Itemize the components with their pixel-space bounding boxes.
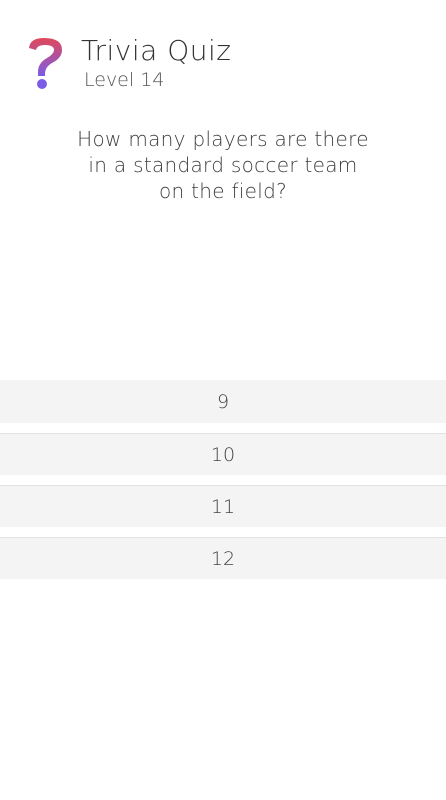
question-text: How many players are there in a standard… <box>77 127 369 203</box>
question-mark-icon <box>29 38 62 89</box>
answer-option-2[interactable]: 10 <box>0 433 446 475</box>
level-label: Level 14 <box>84 69 165 91</box>
answer-option-1[interactable]: 9 <box>0 380 446 423</box>
answer-list: 9 10 11 12 <box>0 380 446 589</box>
answer-option-3[interactable]: 11 <box>0 485 446 527</box>
answer-option-4[interactable]: 12 <box>0 537 446 579</box>
app-title: Trivia Quiz <box>81 34 232 67</box>
quiz-screen: Trivia Quiz Level 14 How many players ar… <box>0 0 446 800</box>
